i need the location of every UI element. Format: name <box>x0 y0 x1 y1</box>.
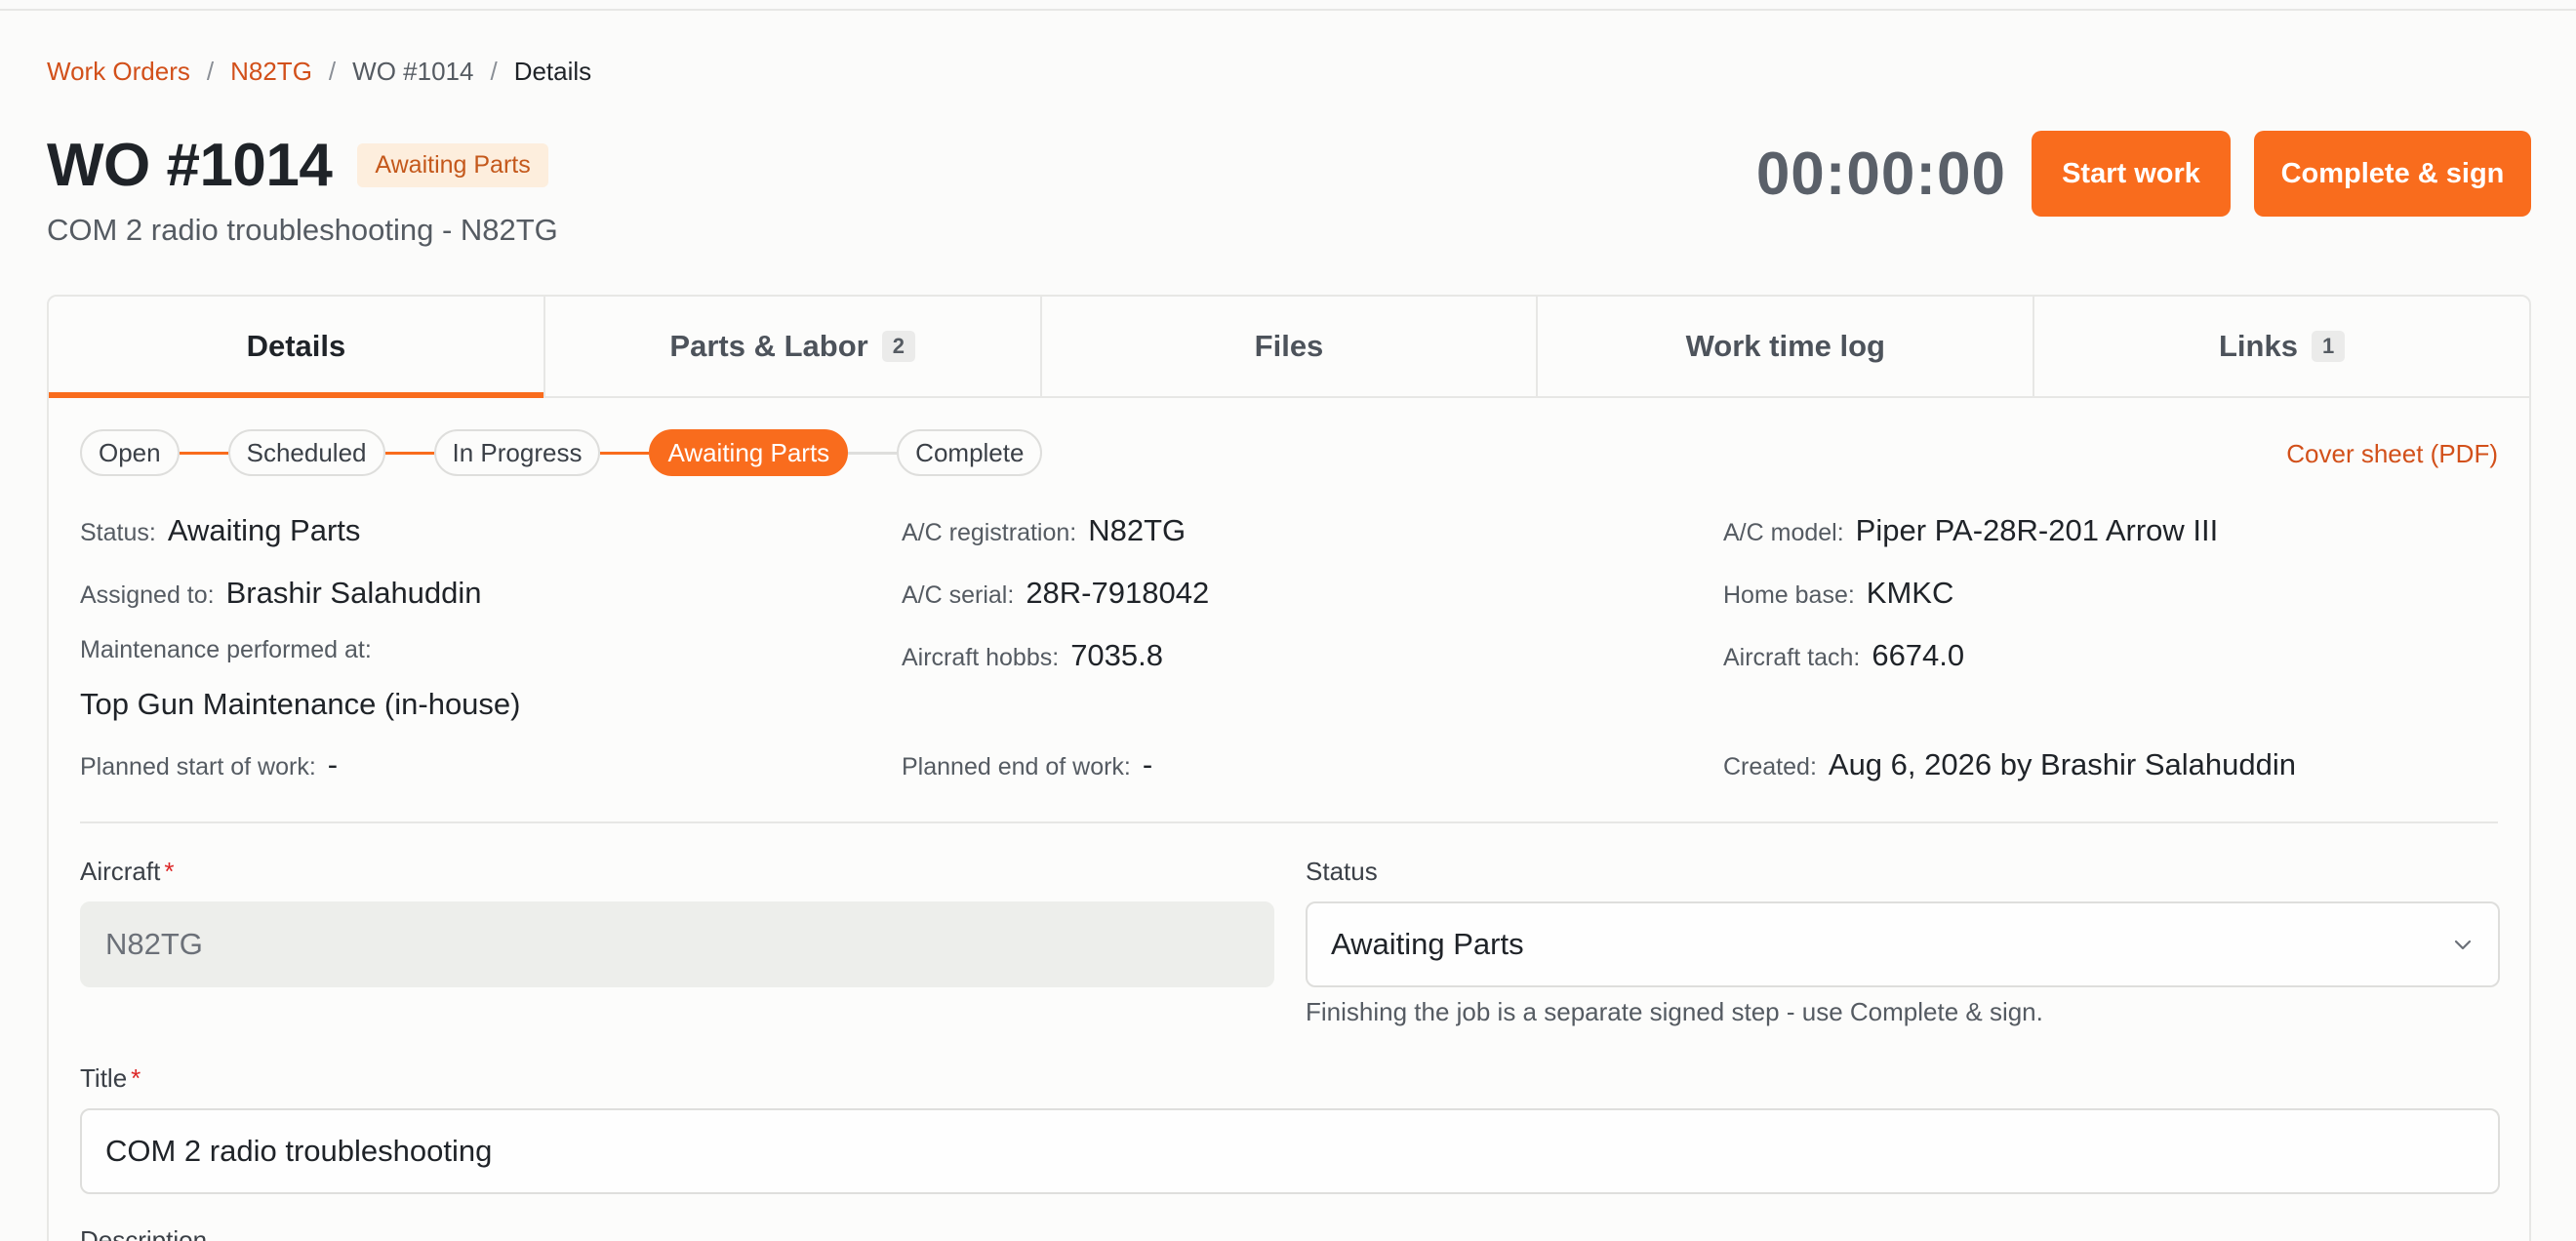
info-value: Top Gun Maintenance (in-house) <box>80 687 521 721</box>
required-mark: * <box>131 1063 141 1093</box>
info-model: A/C model: Piper PA-28R-201 Arrow III <box>1723 513 2218 548</box>
info-value: Piper PA-28R-201 Arrow III <box>1855 513 2219 547</box>
breadcrumb-aircraft[interactable]: N82TG <box>230 57 312 87</box>
info-value: - <box>1142 747 1153 781</box>
cover-sheet-pdf-link[interactable]: Cover sheet (PDF) <box>2286 439 2498 469</box>
tab-bar: Details Parts & Labor 2 Files Work time … <box>49 297 2529 398</box>
step-in-progress: In Progress <box>433 429 601 476</box>
info-serial: A/C serial: 28R-7918042 <box>902 576 1209 611</box>
page-subtitle: COM 2 radio troubleshooting - N82TG <box>47 213 558 247</box>
field-label-text: Title <box>80 1063 128 1093</box>
field-label-text: Aircraft <box>80 857 161 886</box>
info-value: 6674.0 <box>1872 638 1965 672</box>
info-label: Planned end of work: <box>902 753 1131 781</box>
info-value: - <box>327 747 339 781</box>
info-home-base: Home base: KMKC <box>1723 576 1953 611</box>
step-connector <box>384 451 434 455</box>
info-label: Maintenance performed at: <box>80 636 372 663</box>
step-connector <box>600 451 650 455</box>
status-select-value: Awaiting Parts <box>1331 927 1524 961</box>
info-label: Status: <box>80 519 156 546</box>
section-divider <box>80 821 2498 823</box>
breadcrumb-separator: / <box>490 57 498 86</box>
tab-label: Files <box>1254 329 1324 363</box>
info-label: Planned start of work: <box>80 753 316 781</box>
info-label: Assigned to: <box>80 581 215 609</box>
title-input-value: COM 2 radio troubleshooting <box>105 1134 493 1168</box>
info-label: A/C serial: <box>902 581 1015 609</box>
tab-count-badge: 1 <box>2311 331 2346 362</box>
info-value: Aug 6, 2026 by Brashir Salahuddin <box>1828 747 2296 781</box>
start-work-button[interactable]: Start work <box>2032 131 2231 217</box>
step-open: Open <box>80 429 180 476</box>
info-value: Awaiting Parts <box>167 513 361 547</box>
tab-label: Parts & Labor <box>669 329 868 363</box>
title-field-label: Title * <box>80 1063 141 1094</box>
chevron-down-icon <box>2454 940 2472 950</box>
page-title: WO #1014 <box>47 132 333 199</box>
status-stepper: Open Scheduled In Progress Awaiting Part… <box>80 429 1043 476</box>
info-performed-at-label: Maintenance performed at: <box>80 636 372 664</box>
tab-links[interactable]: Links 1 <box>2034 297 2529 396</box>
info-tach: Aircraft tach: 6674.0 <box>1723 638 1964 673</box>
aircraft-field-value: N82TG <box>105 927 203 961</box>
tab-count-badge: 2 <box>881 331 915 362</box>
info-value: N82TG <box>1088 513 1187 547</box>
header-title-group: WO #1014 Awaiting Parts <box>47 131 548 200</box>
tab-label: Work time log <box>1685 329 1885 363</box>
tab-details[interactable]: Details <box>49 297 545 398</box>
status-select[interactable]: Awaiting Parts <box>1306 901 2500 987</box>
info-value: Brashir Salahuddin <box>225 576 482 610</box>
top-divider <box>0 9 2576 11</box>
info-performed-at-value: Top Gun Maintenance (in-house) <box>80 687 520 722</box>
info-hobbs: Aircraft hobbs: 7035.8 <box>902 638 1163 673</box>
required-mark: * <box>164 857 175 886</box>
info-label: Created: <box>1723 753 1817 781</box>
work-order-card: Details Parts & Labor 2 Files Work time … <box>47 295 2531 1241</box>
breadcrumb-separator: / <box>206 57 215 86</box>
breadcrumb: Work Orders / N82TG / WO #1014 / Details <box>47 57 591 87</box>
info-value: 7035.8 <box>1070 638 1164 672</box>
info-label: A/C model: <box>1723 519 1844 546</box>
info-registration: A/C registration: N82TG <box>902 513 1186 548</box>
status-help-text: Finishing the job is a separate signed s… <box>1306 997 2043 1026</box>
breadcrumb-separator: / <box>328 57 337 86</box>
aircraft-field: N82TG <box>80 901 1274 987</box>
header-actions: 00:00:00 Start work Complete & sign <box>1756 131 2531 217</box>
info-planned-end: Planned end of work: - <box>902 747 1152 782</box>
info-value: KMKC <box>1866 576 1954 610</box>
step-complete: Complete <box>897 429 1043 476</box>
info-created: Created: Aug 6, 2026 by Brashir Salahudd… <box>1723 747 2296 782</box>
status-badge: Awaiting Parts <box>357 143 548 187</box>
breadcrumb-work-order: WO #1014 <box>352 57 474 86</box>
breadcrumb-current: Details <box>513 57 592 86</box>
info-status: Status: Awaiting Parts <box>80 513 360 548</box>
info-assigned-to: Assigned to: Brashir Salahuddin <box>80 576 482 611</box>
step-connector <box>848 451 898 455</box>
info-label: Aircraft tach: <box>1723 644 1861 671</box>
breadcrumb-work-orders[interactable]: Work Orders <box>47 57 190 87</box>
aircraft-field-label: Aircraft * <box>80 857 174 887</box>
info-value: 28R-7918042 <box>1026 576 1210 610</box>
info-planned-start: Planned start of work: - <box>80 747 338 782</box>
info-label: Home base: <box>1723 581 1855 609</box>
step-awaiting-parts: Awaiting Parts <box>649 429 849 476</box>
tab-parts-labor[interactable]: Parts & Labor 2 <box>545 297 1042 396</box>
complete-sign-button[interactable]: Complete & sign <box>2254 131 2531 217</box>
work-timer: 00:00:00 <box>1755 140 2006 208</box>
tab-work-time-log[interactable]: Work time log <box>1538 297 2035 396</box>
status-field-label: Status <box>1306 857 1378 886</box>
info-label: A/C registration: <box>902 519 1077 546</box>
tab-files[interactable]: Files <box>1042 297 1539 396</box>
info-label: Aircraft hobbs: <box>902 644 1060 671</box>
step-scheduled: Scheduled <box>227 429 385 476</box>
tab-label: Details <box>246 329 346 363</box>
step-connector <box>179 451 228 455</box>
tab-label: Links <box>2218 329 2298 363</box>
title-input[interactable]: COM 2 radio troubleshooting <box>80 1108 2500 1194</box>
description-field-label: Description <box>80 1225 208 1241</box>
